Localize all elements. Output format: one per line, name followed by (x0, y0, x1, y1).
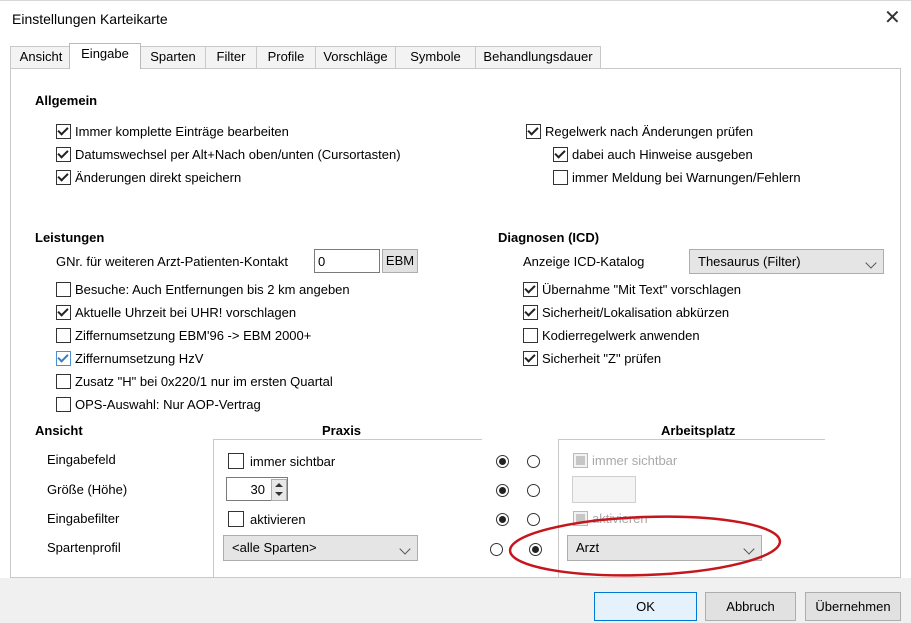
row-label-spartenprofil: Spartenprofil (47, 540, 121, 555)
abbruch-button[interactable]: Abbruch (705, 592, 796, 621)
tab-vorschlaege[interactable]: Vorschläge (315, 46, 396, 68)
checkbox[interactable] (526, 124, 541, 139)
title-bar: Einstellungen Karteikarte ✕ (0, 0, 911, 39)
checkbox[interactable] (56, 124, 71, 139)
section-heading-leistungen: Leistungen (35, 230, 105, 245)
katalog-select[interactable]: Thesaurus (Filter) (689, 249, 884, 274)
katalog-label: Anzeige ICD-Katalog (523, 254, 645, 269)
uebernehmen-button[interactable]: Übernehmen (805, 592, 901, 621)
option-uebernahme-mit-text[interactable]: Übernahme "Mit Text" vorschlagen (523, 282, 741, 297)
option-regelwerk-pruefen[interactable]: Regelwerk nach Änderungen prüfen (526, 124, 753, 139)
gnr-input[interactable]: 0 (314, 249, 380, 273)
row-label-groesse: Größe (Höhe) (47, 482, 128, 497)
gnr-label: GNr. für weiteren Arzt-Patienten-Kontakt (56, 254, 288, 269)
option-sicherheit-abkuerzen[interactable]: Sicherheit/Lokalisation abkürzen (523, 305, 729, 320)
tab-eingabe[interactable]: Eingabe (69, 43, 141, 69)
spin-down-icon[interactable] (275, 492, 283, 496)
column-heading-praxis: Praxis (322, 423, 362, 438)
checkbox[interactable] (523, 305, 538, 320)
checkbox[interactable] (553, 147, 568, 162)
option-meldung-warnungen[interactable]: immer Meldung bei Warnungen/Fehlern (553, 170, 801, 185)
row-label-eingabefilter: Eingabefilter (47, 511, 120, 526)
option-ziffernumsetzung-ebm[interactable]: Ziffernumsetzung EBM'96 -> EBM 2000+ (56, 328, 311, 343)
checkbox[interactable] (56, 170, 71, 185)
option-uhrzeit[interactable]: Aktuelle Uhrzeit bei UHR! vorschlagen (56, 305, 296, 320)
option-immer-komplette[interactable]: Immer komplette Einträge bearbeiten (56, 124, 289, 139)
tab-profile[interactable]: Profile (256, 46, 316, 68)
checkbox[interactable] (56, 305, 71, 320)
checkbox[interactable] (523, 351, 538, 366)
section-heading-allgemein: Allgemein (35, 93, 98, 108)
chevron-down-icon (399, 543, 411, 555)
radio-spartenprofil-praxis[interactable] (490, 543, 503, 556)
spin-up-icon[interactable] (275, 483, 283, 487)
tab-behandlungsdauer[interactable]: Behandlungsdauer (475, 46, 601, 68)
checkbox[interactable] (523, 328, 538, 343)
checkbox[interactable] (523, 282, 538, 297)
ebm-button[interactable]: EBM (382, 249, 418, 273)
tab-ansicht[interactable]: Ansicht (10, 46, 72, 68)
option-ziffernumsetzung-hzv[interactable]: Ziffernumsetzung HzV (56, 351, 203, 366)
radio-groesse-praxis[interactable] (496, 484, 509, 497)
radio-eingabefeld-praxis[interactable] (496, 455, 509, 468)
checkbox[interactable] (56, 351, 71, 366)
checkbox[interactable] (56, 328, 71, 343)
checkbox[interactable] (228, 511, 244, 527)
option-besuche[interactable]: Besuche: Auch Entfernungen bis 2 km ange… (56, 282, 350, 297)
checkbox[interactable] (553, 170, 568, 185)
option-sicherheit-z[interactable]: Sicherheit "Z" prüfen (523, 351, 661, 366)
tab-sparten[interactable]: Sparten (140, 46, 206, 68)
checkbox[interactable] (56, 147, 71, 162)
ok-button[interactable]: OK (594, 592, 697, 621)
section-heading-ansicht: Ansicht (35, 423, 83, 438)
section-heading-diagnosen: Diagnosen (ICD) (498, 230, 600, 245)
checkbox[interactable] (56, 374, 71, 389)
checkbox[interactable] (56, 282, 71, 297)
annotation-ellipse (508, 515, 782, 577)
option-datumswechsel[interactable]: Datumswechsel per Alt+Nach oben/unten (C… (56, 147, 401, 162)
spinner-buttons[interactable] (271, 479, 287, 501)
chevron-down-icon (865, 257, 877, 269)
tab-filter[interactable]: Filter (205, 46, 257, 68)
option-aenderungen-speichern[interactable]: Änderungen direkt speichern (56, 170, 241, 185)
checkbox[interactable] (56, 397, 71, 412)
column-heading-arbeitsplatz: Arbeitsplatz (661, 423, 736, 438)
tab-symbole[interactable]: Symbole (395, 46, 476, 68)
option-zusatz-h[interactable]: Zusatz "H" bei 0x220/1 nur im ersten Qua… (56, 374, 333, 389)
close-icon[interactable]: ✕ (884, 8, 901, 28)
praxis-eingabefilter-checkbox[interactable]: aktivieren (228, 511, 306, 527)
praxis-spartenprofil-select[interactable]: <alle Sparten> (223, 535, 418, 561)
arbeitsplatz-groesse-input[interactable] (572, 476, 636, 503)
checkbox[interactable] (573, 453, 588, 468)
praxis-eingabefeld-checkbox[interactable]: immer sichtbar (228, 453, 335, 469)
arbeitsplatz-eingabefeld-checkbox[interactable]: immer sichtbar (573, 453, 677, 468)
checkbox[interactable] (228, 453, 244, 469)
option-hinweise-ausgeben[interactable]: dabei auch Hinweise ausgeben (553, 147, 753, 162)
window-title: Einstellungen Karteikarte (12, 11, 168, 27)
option-kodierregelwerk[interactable]: Kodierregelwerk anwenden (523, 328, 700, 343)
radio-eingabefeld-arbeitsplatz[interactable] (527, 455, 540, 468)
option-ops-auswahl[interactable]: OPS-Auswahl: Nur AOP-Vertrag (56, 397, 261, 412)
row-label-eingabefeld: Eingabefeld (47, 452, 116, 467)
radio-groesse-arbeitsplatz[interactable] (527, 484, 540, 497)
